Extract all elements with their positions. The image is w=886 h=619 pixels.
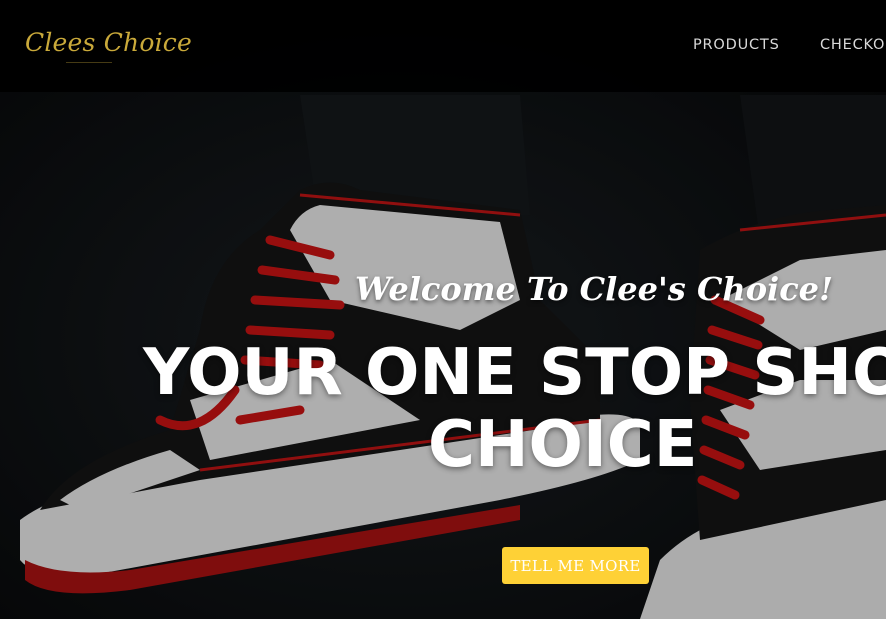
hero-heading-line-2: CHOICE [428, 408, 698, 482]
hero-heading-line-1: YOUR ONE STOP SHOP [143, 336, 886, 410]
nav-link-products[interactable]: PRODUCTS [693, 37, 780, 53]
top-navbar: Clees Choice PRODUCTS CHECKOUT [0, 0, 886, 92]
hero-background-image [0, 0, 886, 619]
page: Clees Choice PRODUCTS CHECKOUT Welcome T… [0, 0, 886, 619]
brand-logo[interactable]: Clees Choice [25, 28, 192, 57]
tell-me-more-button[interactable]: TELL ME MORE [502, 547, 649, 584]
hero-subheading: Welcome To Clee's Choice! [355, 270, 834, 308]
nav-link-checkout[interactable]: CHECKOUT [820, 37, 886, 53]
brand-underline [66, 62, 112, 63]
